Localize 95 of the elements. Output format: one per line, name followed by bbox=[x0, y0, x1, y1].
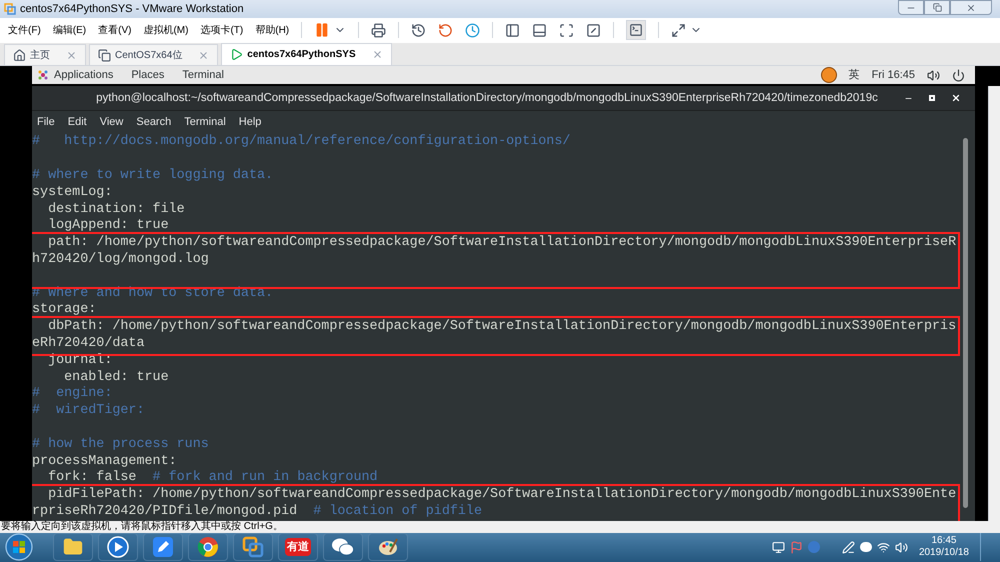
clock[interactable]: Fri 16:45 bbox=[872, 67, 915, 84]
close-icon[interactable] bbox=[951, 93, 961, 104]
console-button[interactable] bbox=[626, 20, 646, 40]
code-line: h720420/log/mongod.log bbox=[32, 252, 209, 267]
tab[interactable]: 主页 bbox=[4, 44, 86, 66]
top-bar-menu[interactable]: Places bbox=[131, 67, 164, 84]
menu-item[interactable]: 选项卡(T) bbox=[200, 22, 244, 38]
maximize-icon[interactable] bbox=[929, 95, 935, 102]
pen-icon bbox=[152, 536, 174, 558]
code-line: dbPath: /home/python/softwareandCompressedpackage/SoftwareInstallationDirectory/mongodb/mongodbLinuxS390Enterpris bbox=[47, 319, 956, 334]
volume-icon[interactable] bbox=[927, 68, 940, 82]
taskbar-app-button[interactable] bbox=[143, 533, 183, 562]
close-button[interactable] bbox=[950, 0, 992, 15]
youdao-icon: 有道 bbox=[285, 538, 311, 556]
code-comment: # http://docs.mongodb.org/manual/reference/configuration-options/ bbox=[32, 134, 570, 150]
send-keys-icon[interactable] bbox=[371, 22, 386, 38]
terminal-title: python@localhost:~/softwareandCompressedpackage/SoftwareInstallationDirectory/mongodb/mongodbLinuxS390EnterpriseRh720420/timezonedb2019c bbox=[95, 90, 879, 106]
tab-label: 主页 bbox=[30, 48, 50, 63]
start-button[interactable] bbox=[4, 533, 34, 562]
code-line: pidFilePath: /home/python/softwareandCompressedpackage/SoftwareInstallationDirectory/mongodb/mongodbLinuxS390Ente bbox=[47, 487, 956, 502]
folder-icon bbox=[63, 537, 83, 558]
clock-icon[interactable] bbox=[465, 22, 480, 38]
pause-icon[interactable] bbox=[314, 22, 330, 38]
top-bar-menu[interactable]: Applications bbox=[54, 67, 114, 84]
taskbar-app-button[interactable] bbox=[53, 533, 93, 562]
code-line: enabled: true bbox=[63, 370, 169, 385]
chrome-icon bbox=[197, 536, 219, 558]
close-icon bbox=[966, 2, 976, 12]
unity-icon[interactable] bbox=[586, 22, 602, 38]
window-title: centos7x64PythonSYS - VMware Workstation bbox=[20, 2, 244, 17]
pen-icon[interactable] bbox=[842, 540, 855, 554]
menu-item[interactable]: 编辑(E) bbox=[52, 22, 86, 38]
code-line: fork: false bbox=[47, 470, 138, 487]
terminal-menu-item[interactable]: Terminal bbox=[184, 114, 226, 130]
taskbar-app-button[interactable]: 有道 bbox=[278, 533, 318, 562]
terminal-icon bbox=[629, 23, 644, 38]
restore-button[interactable] bbox=[924, 0, 950, 15]
code-line: systemLog: bbox=[32, 184, 112, 200]
code-line: storage: bbox=[32, 302, 96, 318]
restore-icon bbox=[932, 3, 942, 12]
tab[interactable]: CentOS7x64位 bbox=[89, 44, 218, 66]
menu-item[interactable]: 虚拟机(M) bbox=[143, 22, 188, 38]
tab-label: centos7x64PythonSYS bbox=[247, 48, 356, 62]
taskbar-app-button[interactable] bbox=[188, 533, 228, 562]
code-comment: # how the process runs bbox=[32, 436, 209, 452]
taskbar-app-button[interactable] bbox=[233, 533, 273, 562]
code-line: processManagement: bbox=[32, 454, 177, 469]
window-icon bbox=[98, 48, 111, 62]
menu-item[interactable]: 文件(F) bbox=[8, 22, 41, 38]
vmware-icon bbox=[242, 536, 264, 558]
vmware-icon bbox=[4, 2, 16, 15]
monitor-icon[interactable] bbox=[772, 540, 785, 554]
play-icon bbox=[230, 48, 244, 62]
power-icon[interactable] bbox=[952, 68, 965, 82]
tab-label: CentOS7x64位 bbox=[115, 48, 182, 63]
taskbar-date[interactable]: 2019/10/18 bbox=[918, 547, 969, 560]
input-method-label[interactable]: 英 bbox=[848, 67, 860, 84]
taskbar-app-button[interactable] bbox=[323, 533, 363, 562]
home-icon bbox=[13, 48, 26, 62]
stretch-icon[interactable] bbox=[671, 22, 686, 38]
code-line: destination: file bbox=[47, 202, 185, 217]
menu-item[interactable]: 帮助(H) bbox=[255, 22, 290, 38]
terminal-menu-item[interactable]: Edit bbox=[68, 114, 87, 130]
code-line: path: /home/python/softwareandCompressedpackage/SoftwareInstallationDirectory/mongodb/mongodbLinuxS390EnterpriseR bbox=[47, 235, 956, 250]
terminal-menu-item[interactable]: View bbox=[100, 114, 124, 130]
tab[interactable]: centos7x64PythonSYS bbox=[221, 43, 392, 66]
taskbar-app-button[interactable] bbox=[98, 533, 138, 562]
fullscreen-icon[interactable] bbox=[559, 22, 574, 38]
code-line: journal: bbox=[47, 352, 112, 368]
code-line: rpriseRh720420/PIDfile/mongod.pid bbox=[32, 504, 298, 520]
taskbar-app-button[interactable] bbox=[368, 533, 408, 562]
input-method-icon[interactable] bbox=[820, 67, 837, 84]
taskbar-time[interactable]: 16:45 bbox=[931, 535, 956, 548]
volume-icon[interactable] bbox=[894, 540, 908, 554]
chat-icon[interactable] bbox=[860, 542, 872, 552]
clock-icon[interactable] bbox=[411, 22, 426, 38]
menu-item[interactable]: 查看(V) bbox=[98, 22, 132, 38]
code-comment: # wiredTiger: bbox=[32, 403, 144, 418]
top-bar-menu[interactable]: Terminal bbox=[182, 67, 224, 84]
vm-scrollbar[interactable] bbox=[988, 86, 1000, 521]
play-circle-icon bbox=[107, 536, 129, 558]
terminal-menu-item[interactable]: Search bbox=[136, 114, 172, 130]
code-comment: # where to write logging data. bbox=[32, 168, 274, 183]
sidebar-icon[interactable] bbox=[505, 22, 520, 38]
code-comment: # engine: bbox=[32, 386, 112, 402]
foot-icon bbox=[37, 69, 49, 82]
terminal-menu-item[interactable]: File bbox=[37, 114, 55, 130]
terminal-menu-item[interactable]: Help bbox=[238, 114, 262, 130]
code-comment: # location of pidfile bbox=[313, 504, 482, 521]
code-line: logAppend: true bbox=[47, 218, 169, 234]
code-comment: # fork and run in background bbox=[152, 470, 378, 487]
status-message: 要将输入定向到该虚拟机，请将鼠标指针移入其中或按 Ctrl+G。 bbox=[0, 520, 283, 533]
revert-icon[interactable] bbox=[438, 22, 454, 38]
panel-icon[interactable] bbox=[532, 22, 548, 38]
code-line: eRh720420/data bbox=[32, 336, 144, 351]
